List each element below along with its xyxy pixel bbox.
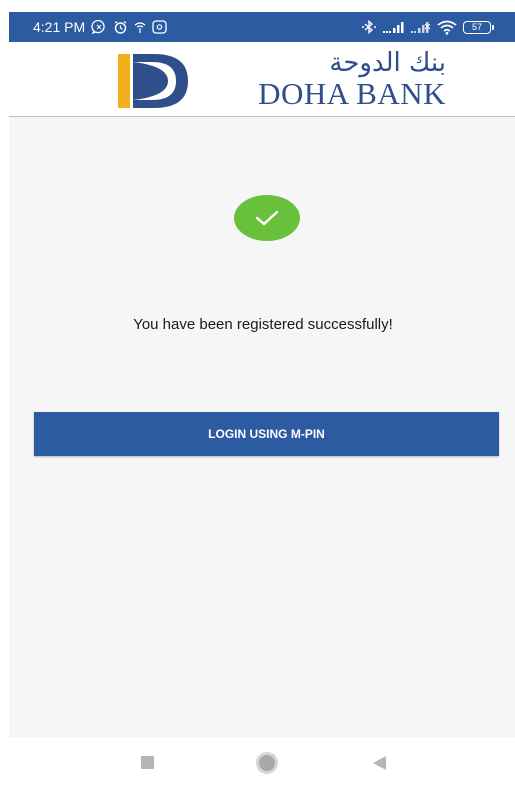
- checkmark-icon: [234, 195, 300, 241]
- doha-bank-logo-mark: [106, 48, 198, 110]
- signal-icon-2: [411, 21, 431, 33]
- recent-apps-icon[interactable]: [141, 756, 154, 769]
- alarm-icon: [113, 20, 128, 35]
- logo-english-text: DOHA BANK: [258, 76, 446, 111]
- doha-bank-logo: بنك الدوحة DOHA BANK: [106, 48, 450, 110]
- status-bar: 4:21 PM 57: [9, 12, 515, 42]
- status-bar-left: 4:21 PM: [33, 12, 167, 42]
- whatsapp-icon: [91, 20, 107, 34]
- home-icon[interactable]: [256, 752, 278, 774]
- wifi-icon: [437, 20, 457, 35]
- success-message: You have been registered successfully!: [133, 316, 393, 333]
- phone-screen: 4:21 PM 57 بنك الدوحة DOHA BANK You have…: [9, 12, 515, 787]
- bluetooth-icon: [361, 20, 377, 34]
- battery-level: 57: [471, 22, 482, 32]
- checkmark-glyph: [255, 210, 279, 226]
- status-time: 4:21 PM: [33, 19, 86, 35]
- status-bar-right: 57: [361, 12, 494, 42]
- media-icon: [152, 20, 167, 34]
- signal-icon: [383, 21, 405, 33]
- back-icon[interactable]: [373, 756, 386, 770]
- wifi-calling-icon: [134, 21, 146, 34]
- battery-icon: 57: [463, 20, 494, 34]
- app-header: بنك الدوحة DOHA BANK: [9, 42, 515, 117]
- navigation-bar: [9, 737, 515, 787]
- login-using-mpin-button[interactable]: LOGIN USING M-PIN: [34, 412, 499, 456]
- logo-arabic-text: بنك الدوحة: [329, 48, 446, 78]
